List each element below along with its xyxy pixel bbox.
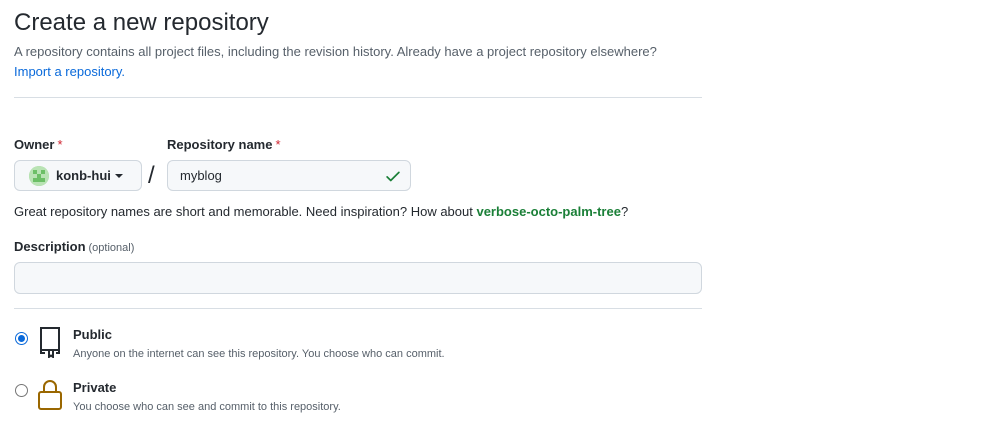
description-label: Description (optional) xyxy=(14,238,134,257)
check-icon xyxy=(384,167,402,188)
public-title: Public xyxy=(73,327,113,342)
owner-label: Owner * xyxy=(14,136,63,154)
description-label-text: Description xyxy=(14,239,86,254)
owner-repo-separator: / xyxy=(148,162,155,189)
page-subtitle: A repository contains all project files,… xyxy=(14,42,714,82)
optional-tag: (optional) xyxy=(88,242,135,254)
import-repository-link[interactable]: Import a repository. xyxy=(14,64,125,79)
section-divider xyxy=(14,308,702,309)
description-input[interactable] xyxy=(14,262,702,294)
owner-dropdown-button[interactable]: konb-hui xyxy=(14,160,142,191)
hint-suffix: ? xyxy=(620,204,629,219)
lock-icon xyxy=(37,378,63,417)
repo-name-hint: Great repository names are short and mem… xyxy=(14,203,628,221)
required-mark: * xyxy=(275,137,281,152)
public-radio[interactable] xyxy=(15,332,28,345)
avatar xyxy=(29,165,49,186)
page-title: Create a new repository xyxy=(14,9,269,36)
public-description: Anyone on the internet can see this repo… xyxy=(73,348,445,360)
required-mark: * xyxy=(57,137,63,152)
repo-name-value: myblog xyxy=(180,168,222,183)
owner-name: konb-hui xyxy=(56,168,111,183)
suggested-name-link[interactable]: verbose-octo-palm-tree xyxy=(476,204,620,219)
repo-icon xyxy=(37,326,63,363)
create-repository-page: Create a new repository A repository con… xyxy=(0,0,983,421)
repo-name-input[interactable]: myblog xyxy=(167,160,411,191)
private-radio[interactable] xyxy=(15,384,28,397)
repo-name-label: Repository name * xyxy=(167,136,281,154)
chevron-down-icon xyxy=(114,173,123,178)
subtitle-text: A repository contains all project files,… xyxy=(14,44,657,59)
section-divider xyxy=(14,97,702,98)
private-description: You choose who can see and commit to thi… xyxy=(73,401,341,413)
hint-text: Great repository names are short and mem… xyxy=(14,204,477,219)
private-title: Private xyxy=(73,380,117,395)
owner-label-text: Owner xyxy=(14,137,55,152)
repo-name-label-text: Repository name xyxy=(167,137,273,152)
